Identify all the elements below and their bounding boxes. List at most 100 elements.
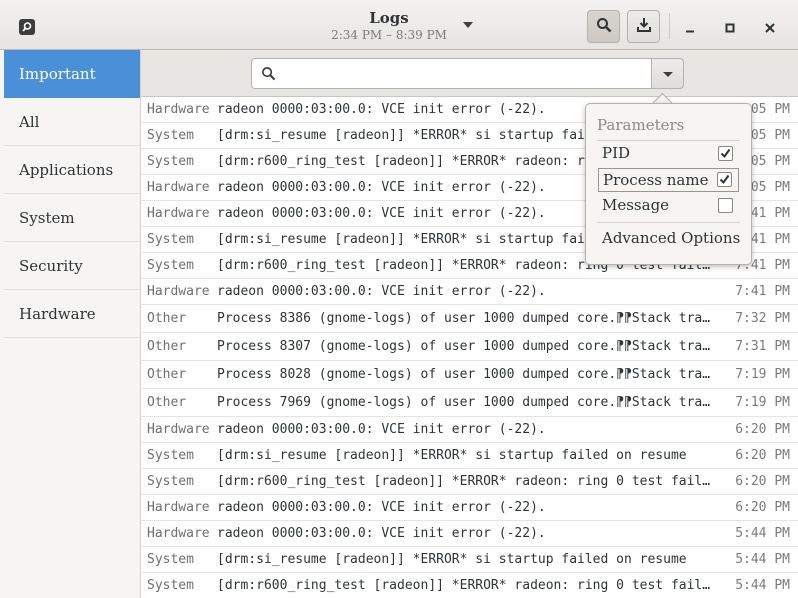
search-icon [19,19,35,35]
log-row[interactable]: Hardware radeon 0000:03:00.0: VCE init er… [141,417,798,443]
checkmark-icon [719,174,730,185]
log-category: System [147,474,194,489]
log-message: [drm:si_resume [radeon]] *ERROR* si star… [217,448,687,463]
log-category: Hardware [147,526,210,541]
log-message: radeon 0000:03:00.0: VCE init error (-22… [217,422,546,437]
category-sidebar: Important All Applications System Securi… [4,50,141,598]
export-button[interactable] [627,10,660,43]
log-message: Process 8307 (gnome-logs) of user 1000 d… [217,339,717,354]
sidebar-item-system[interactable]: System [4,194,140,242]
log-time: 5:44 PM [735,552,790,567]
sidebar-item-important[interactable]: Important [4,50,140,98]
search-parameters-button[interactable] [652,58,684,89]
option-label: Message [602,196,670,214]
log-message: Process 8028 (gnome-logs) of user 1000 d… [217,367,717,382]
log-time: 6:20 PM [735,448,790,463]
option-label: PID [602,144,631,162]
log-row[interactable]: Hardware radeon 0000:03:00.0: VCE init er… [141,495,798,521]
log-category: System [147,448,194,463]
header-separator [669,13,670,39]
close-icon [765,18,775,37]
log-category: System [147,128,194,143]
log-message: radeon 0000:03:00.0: VCE init error (-22… [217,500,546,515]
log-message: [drm:si_resume [radeon]] *ERROR* si star… [217,552,687,567]
minimize-button[interactable] [680,17,700,37]
pid-checkbox[interactable] [718,146,733,161]
advanced-options-button[interactable]: Advanced Options [602,229,740,247]
log-row[interactable]: Hardware radeon 0000:03:00.0: VCE init er… [141,521,798,547]
log-category: Other [147,367,187,382]
log-category: System [147,578,194,593]
log-row[interactable]: Other Process 7969 (gnome-logs) of user 1… [141,389,798,417]
close-button[interactable] [760,17,780,37]
option-process-name[interactable]: Process name [598,168,739,192]
log-message: Process 7969 (gnome-logs) of user 1000 d… [217,395,717,410]
log-time: 6:20 PM [735,422,790,437]
log-row[interactable]: System [drm:si_resume [radeon]] *ERROR* s… [141,547,798,573]
log-time: 7:31 PM [735,339,790,354]
log-category: Hardware [147,500,210,515]
log-category: Other [147,395,187,410]
download-icon [636,17,652,37]
minimize-icon [685,18,695,37]
chevron-down-icon [663,72,673,77]
option-pid[interactable]: PID [598,142,739,166]
popover-separator [597,222,740,223]
maximize-icon [725,18,735,37]
option-message[interactable]: Message [598,194,739,218]
log-message: radeon 0000:03:00.0: VCE init error (-22… [217,526,546,541]
log-category: Hardware [147,206,210,221]
log-row[interactable]: Other Process 8307 (gnome-logs) of user 1… [141,333,798,361]
parameters-popover: Parameters PID Process name Message Adva… [585,103,752,265]
window-title: Logs [369,9,409,27]
search-icon [596,17,612,37]
log-category: Other [147,311,187,326]
log-category: System [147,552,194,567]
log-category: System [147,232,194,247]
search-entry[interactable] [251,58,652,89]
popover-separator [597,140,740,141]
checkmark-icon [720,148,731,159]
log-row[interactable]: System [drm:r600_ring_test [radeon]] *ERR… [141,469,798,495]
log-row[interactable]: System [drm:r600_ring_test [radeon]] *ERR… [141,573,798,598]
log-message: radeon 0000:03:00.0: VCE init error (-22… [217,284,546,299]
log-message: Process 8386 (gnome-logs) of user 1000 d… [217,311,717,326]
popover-title: Parameters [597,116,685,134]
message-checkbox[interactable] [718,198,733,213]
log-time: 7:41 PM [735,284,790,299]
log-message: [drm:r600_ring_test [radeon]] *ERROR* ra… [217,474,717,489]
log-category: System [147,154,194,169]
log-category: Other [147,339,187,354]
maximize-button[interactable] [720,17,740,37]
log-time: 7:32 PM [735,311,790,326]
log-category: Hardware [147,284,210,299]
log-category: System [147,258,194,273]
search-bar [141,50,798,97]
sidebar-item-all[interactable]: All [4,98,140,146]
log-category: Hardware [147,102,210,117]
log-category: Hardware [147,180,210,195]
search-toggle-button[interactable] [587,10,620,43]
log-time: 7:19 PM [735,367,790,382]
option-label: Process name [603,171,709,189]
log-row[interactable]: System [drm:si_resume [radeon]] *ERROR* s… [141,443,798,469]
sidebar-item-hardware[interactable]: Hardware [4,290,140,338]
title-box: Logs 2:34 PM – 8:39 PM [300,8,478,42]
log-time: 5:44 PM [735,578,790,593]
search-icon [261,66,276,85]
time-range-subtitle: 2:34 PM – 8:39 PM [331,28,447,42]
process-name-checkbox[interactable] [717,172,732,187]
log-message: [drm:r600_ring_test [radeon]] *ERROR* ra… [217,578,717,593]
header-bar: Logs 2:34 PM – 8:39 PM [0,0,798,50]
log-row[interactable]: Other Process 8028 (gnome-logs) of user 1… [141,361,798,389]
chevron-down-icon[interactable] [463,22,473,28]
log-time: 7:19 PM [735,395,790,410]
log-row[interactable]: Other Process 8386 (gnome-logs) of user 1… [141,305,798,333]
log-time: 6:20 PM [735,500,790,515]
sidebar-item-security[interactable]: Security [4,242,140,290]
log-category: Hardware [147,422,210,437]
search-input[interactable] [284,63,648,87]
log-row[interactable]: Hardware radeon 0000:03:00.0: VCE init er… [141,279,798,305]
log-time: 6:20 PM [735,474,790,489]
sidebar-item-applications[interactable]: Applications [4,146,140,194]
